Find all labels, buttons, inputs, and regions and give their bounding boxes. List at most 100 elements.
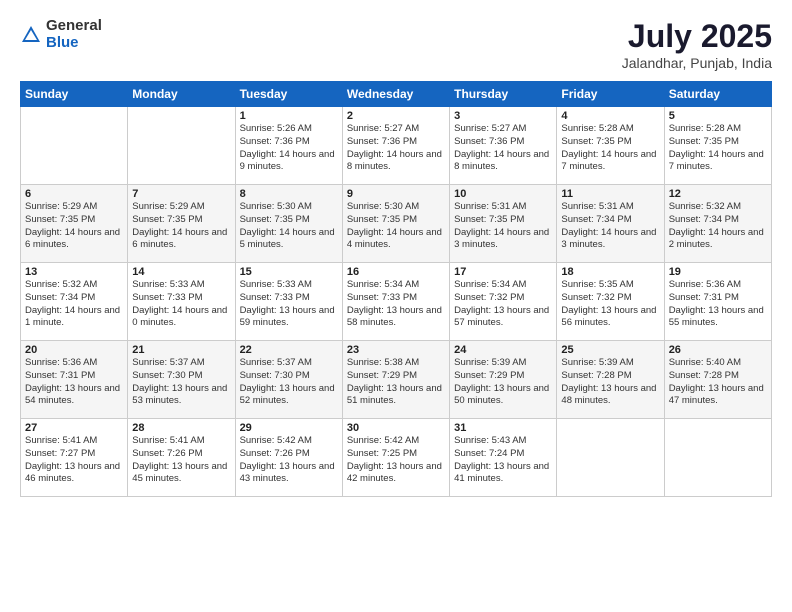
day-info: Sunrise: 5:33 AM Sunset: 7:33 PM Dayligh… — [240, 279, 338, 330]
calendar-table: SundayMondayTuesdayWednesdayThursdayFrid… — [20, 81, 772, 497]
day-cell: 8Sunrise: 5:30 AM Sunset: 7:35 PM Daylig… — [235, 185, 342, 263]
day-info: Sunrise: 5:34 AM Sunset: 7:32 PM Dayligh… — [454, 279, 552, 330]
day-number: 24 — [454, 344, 552, 356]
logo-general: General — [46, 18, 102, 35]
day-number: 18 — [561, 266, 659, 278]
day-info: Sunrise: 5:27 AM Sunset: 7:36 PM Dayligh… — [347, 123, 445, 174]
header-cell-tuesday: Tuesday — [235, 82, 342, 107]
logo-icon — [20, 24, 42, 46]
day-cell — [128, 107, 235, 185]
day-number: 5 — [669, 110, 767, 122]
day-cell: 7Sunrise: 5:29 AM Sunset: 7:35 PM Daylig… — [128, 185, 235, 263]
day-info: Sunrise: 5:30 AM Sunset: 7:35 PM Dayligh… — [347, 201, 445, 252]
day-info: Sunrise: 5:43 AM Sunset: 7:24 PM Dayligh… — [454, 435, 552, 486]
day-info: Sunrise: 5:40 AM Sunset: 7:28 PM Dayligh… — [669, 357, 767, 408]
day-cell: 29Sunrise: 5:42 AM Sunset: 7:26 PM Dayli… — [235, 419, 342, 497]
day-cell: 24Sunrise: 5:39 AM Sunset: 7:29 PM Dayli… — [450, 341, 557, 419]
day-info: Sunrise: 5:32 AM Sunset: 7:34 PM Dayligh… — [25, 279, 123, 330]
day-info: Sunrise: 5:37 AM Sunset: 7:30 PM Dayligh… — [240, 357, 338, 408]
day-number: 2 — [347, 110, 445, 122]
day-info: Sunrise: 5:30 AM Sunset: 7:35 PM Dayligh… — [240, 201, 338, 252]
day-cell: 19Sunrise: 5:36 AM Sunset: 7:31 PM Dayli… — [664, 263, 771, 341]
day-number: 1 — [240, 110, 338, 122]
day-info: Sunrise: 5:34 AM Sunset: 7:33 PM Dayligh… — [347, 279, 445, 330]
day-info: Sunrise: 5:38 AM Sunset: 7:29 PM Dayligh… — [347, 357, 445, 408]
day-number: 11 — [561, 188, 659, 200]
logo-blue: Blue — [46, 35, 102, 52]
day-cell: 20Sunrise: 5:36 AM Sunset: 7:31 PM Dayli… — [21, 341, 128, 419]
day-info: Sunrise: 5:42 AM Sunset: 7:25 PM Dayligh… — [347, 435, 445, 486]
header: General Blue July 2025 Jalandhar, Punjab… — [20, 18, 772, 71]
title-block: July 2025 Jalandhar, Punjab, India — [622, 18, 772, 71]
day-info: Sunrise: 5:26 AM Sunset: 7:36 PM Dayligh… — [240, 123, 338, 174]
day-cell: 16Sunrise: 5:34 AM Sunset: 7:33 PM Dayli… — [342, 263, 449, 341]
day-number: 26 — [669, 344, 767, 356]
day-cell: 3Sunrise: 5:27 AM Sunset: 7:36 PM Daylig… — [450, 107, 557, 185]
day-number: 23 — [347, 344, 445, 356]
day-number: 10 — [454, 188, 552, 200]
day-info: Sunrise: 5:42 AM Sunset: 7:26 PM Dayligh… — [240, 435, 338, 486]
day-cell: 9Sunrise: 5:30 AM Sunset: 7:35 PM Daylig… — [342, 185, 449, 263]
day-info: Sunrise: 5:33 AM Sunset: 7:33 PM Dayligh… — [132, 279, 230, 330]
logo-text: General Blue — [46, 18, 102, 51]
day-info: Sunrise: 5:29 AM Sunset: 7:35 PM Dayligh… — [132, 201, 230, 252]
day-info: Sunrise: 5:31 AM Sunset: 7:34 PM Dayligh… — [561, 201, 659, 252]
day-number: 22 — [240, 344, 338, 356]
day-number: 25 — [561, 344, 659, 356]
day-info: Sunrise: 5:39 AM Sunset: 7:28 PM Dayligh… — [561, 357, 659, 408]
week-row-5: 27Sunrise: 5:41 AM Sunset: 7:27 PM Dayli… — [21, 419, 772, 497]
day-info: Sunrise: 5:29 AM Sunset: 7:35 PM Dayligh… — [25, 201, 123, 252]
day-number: 8 — [240, 188, 338, 200]
day-info: Sunrise: 5:32 AM Sunset: 7:34 PM Dayligh… — [669, 201, 767, 252]
day-info: Sunrise: 5:41 AM Sunset: 7:26 PM Dayligh… — [132, 435, 230, 486]
day-info: Sunrise: 5:39 AM Sunset: 7:29 PM Dayligh… — [454, 357, 552, 408]
day-cell: 22Sunrise: 5:37 AM Sunset: 7:30 PM Dayli… — [235, 341, 342, 419]
day-number: 29 — [240, 422, 338, 434]
week-row-4: 20Sunrise: 5:36 AM Sunset: 7:31 PM Dayli… — [21, 341, 772, 419]
day-number: 12 — [669, 188, 767, 200]
day-number: 30 — [347, 422, 445, 434]
week-row-1: 1Sunrise: 5:26 AM Sunset: 7:36 PM Daylig… — [21, 107, 772, 185]
day-info: Sunrise: 5:31 AM Sunset: 7:35 PM Dayligh… — [454, 201, 552, 252]
day-cell: 30Sunrise: 5:42 AM Sunset: 7:25 PM Dayli… — [342, 419, 449, 497]
day-number: 20 — [25, 344, 123, 356]
day-cell: 14Sunrise: 5:33 AM Sunset: 7:33 PM Dayli… — [128, 263, 235, 341]
logo: General Blue — [20, 18, 102, 51]
day-info: Sunrise: 5:35 AM Sunset: 7:32 PM Dayligh… — [561, 279, 659, 330]
day-info: Sunrise: 5:28 AM Sunset: 7:35 PM Dayligh… — [669, 123, 767, 174]
day-cell: 17Sunrise: 5:34 AM Sunset: 7:32 PM Dayli… — [450, 263, 557, 341]
day-number: 21 — [132, 344, 230, 356]
header-cell-thursday: Thursday — [450, 82, 557, 107]
subtitle: Jalandhar, Punjab, India — [622, 55, 772, 71]
day-number: 19 — [669, 266, 767, 278]
day-cell: 1Sunrise: 5:26 AM Sunset: 7:36 PM Daylig… — [235, 107, 342, 185]
day-info: Sunrise: 5:36 AM Sunset: 7:31 PM Dayligh… — [25, 357, 123, 408]
day-number: 7 — [132, 188, 230, 200]
day-info: Sunrise: 5:36 AM Sunset: 7:31 PM Dayligh… — [669, 279, 767, 330]
day-number: 31 — [454, 422, 552, 434]
day-cell: 25Sunrise: 5:39 AM Sunset: 7:28 PM Dayli… — [557, 341, 664, 419]
header-row: SundayMondayTuesdayWednesdayThursdayFrid… — [21, 82, 772, 107]
day-cell: 27Sunrise: 5:41 AM Sunset: 7:27 PM Dayli… — [21, 419, 128, 497]
day-info: Sunrise: 5:37 AM Sunset: 7:30 PM Dayligh… — [132, 357, 230, 408]
day-number: 15 — [240, 266, 338, 278]
day-cell: 13Sunrise: 5:32 AM Sunset: 7:34 PM Dayli… — [21, 263, 128, 341]
day-cell: 6Sunrise: 5:29 AM Sunset: 7:35 PM Daylig… — [21, 185, 128, 263]
header-cell-wednesday: Wednesday — [342, 82, 449, 107]
day-cell: 15Sunrise: 5:33 AM Sunset: 7:33 PM Dayli… — [235, 263, 342, 341]
day-info: Sunrise: 5:41 AM Sunset: 7:27 PM Dayligh… — [25, 435, 123, 486]
day-cell — [21, 107, 128, 185]
day-cell: 26Sunrise: 5:40 AM Sunset: 7:28 PM Dayli… — [664, 341, 771, 419]
day-number: 6 — [25, 188, 123, 200]
day-info: Sunrise: 5:27 AM Sunset: 7:36 PM Dayligh… — [454, 123, 552, 174]
day-number: 27 — [25, 422, 123, 434]
day-cell: 11Sunrise: 5:31 AM Sunset: 7:34 PM Dayli… — [557, 185, 664, 263]
calendar-header: SundayMondayTuesdayWednesdayThursdayFrid… — [21, 82, 772, 107]
day-number: 9 — [347, 188, 445, 200]
header-cell-sunday: Sunday — [21, 82, 128, 107]
day-cell: 28Sunrise: 5:41 AM Sunset: 7:26 PM Dayli… — [128, 419, 235, 497]
day-cell: 5Sunrise: 5:28 AM Sunset: 7:35 PM Daylig… — [664, 107, 771, 185]
week-row-2: 6Sunrise: 5:29 AM Sunset: 7:35 PM Daylig… — [21, 185, 772, 263]
header-cell-monday: Monday — [128, 82, 235, 107]
header-cell-friday: Friday — [557, 82, 664, 107]
